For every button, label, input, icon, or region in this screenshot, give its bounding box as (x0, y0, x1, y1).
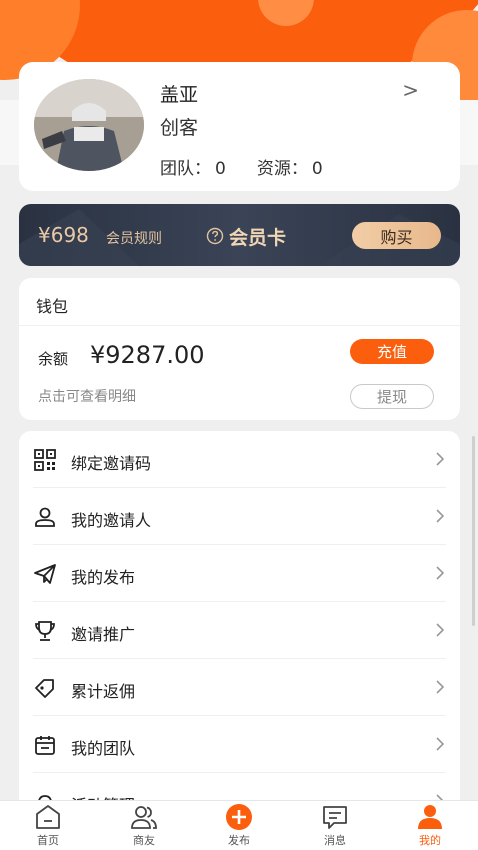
nav-me[interactable]: 我的 (400, 804, 460, 850)
member-card[interactable]: ¥698 会员规则 会员卡 购买 (19, 204, 460, 266)
calendar-icon (35, 736, 55, 755)
buy-button[interactable]: 购买 (352, 222, 441, 249)
nav-label: 商友 (133, 834, 155, 847)
wallet-title: 钱包 (36, 297, 69, 316)
nav-label: 我的 (419, 834, 441, 847)
menu-item-label: 绑定邀请码 (71, 454, 152, 473)
trophy-icon (35, 621, 55, 641)
chevron-right-icon (436, 566, 445, 580)
menu-item-label: 邀请推广 (71, 625, 136, 644)
chevron-right-icon[interactable]: > (402, 78, 419, 102)
balance-value: ¥9287.00 (90, 341, 205, 369)
chevron-right-icon (436, 509, 445, 523)
user-name: 盖亚 (160, 84, 199, 106)
nav-friends[interactable]: 商友 (114, 804, 174, 850)
user-role: 创客 (160, 117, 199, 139)
menu-item-my-inviter[interactable]: 我的邀请人 (33, 488, 446, 545)
scrollbar[interactable] (472, 436, 475, 626)
menu-item-my-posts[interactable]: 我的发布 (33, 545, 446, 602)
home-icon (36, 805, 60, 829)
nav-label: 消息 (324, 834, 346, 847)
balance-label: 余额 (38, 350, 69, 368)
friends-icon (131, 806, 157, 829)
user-icon (418, 805, 442, 829)
plus-circle-icon (226, 804, 252, 830)
nav-messages[interactable]: 消息 (305, 804, 365, 850)
chevron-right-icon (436, 452, 445, 466)
profile-page: 盖亚 创客 团队： 0 资源： 0 > ¥698 会员规则 会员卡 购买 钱包 余额… (0, 0, 478, 850)
paper-plane-icon (34, 564, 56, 584)
menu-item-label: 我的发布 (71, 568, 136, 587)
chevron-right-icon (436, 737, 445, 751)
nav-home[interactable]: 首页 (18, 804, 78, 850)
profile-card[interactable]: 盖亚 创客 团队： 0 资源： 0 > (19, 62, 460, 191)
menu-item-label: 我的团队 (71, 739, 136, 758)
bottom-nav: 首页 商友 发布 消息 我的 (0, 800, 478, 850)
menu-list: 绑定邀请码 我的邀请人 我的发布 邀请推广 累计返佣 我的团队 (19, 431, 460, 831)
menu-item-invite-promotion[interactable]: 邀请推广 (33, 602, 446, 659)
help-icon[interactable] (206, 227, 224, 245)
chevron-right-icon (436, 623, 445, 637)
menu-item-total-commission[interactable]: 累计返佣 (33, 659, 446, 716)
member-rules-link[interactable]: 会员规则 (106, 228, 162, 248)
nav-publish[interactable]: 发布 (209, 804, 269, 850)
menu-item-bind-invite-code[interactable]: 绑定邀请码 (33, 431, 446, 488)
qr-code-icon (34, 449, 56, 471)
chevron-right-icon (436, 680, 445, 694)
menu-item-my-team[interactable]: 我的团队 (33, 716, 446, 773)
message-icon (323, 806, 347, 829)
team-label: 团队： (160, 159, 211, 179)
tag-icon (35, 679, 54, 698)
resource-count: 0 (311, 159, 323, 179)
resource-label: 资源： (256, 159, 308, 179)
person-icon (35, 507, 55, 527)
menu-item-label: 我的邀请人 (71, 511, 152, 530)
divider (19, 325, 460, 326)
nav-label: 首页 (37, 834, 59, 847)
team-count: 0 (215, 159, 226, 179)
avatar[interactable] (34, 79, 144, 171)
recharge-button[interactable]: 充值 (350, 339, 434, 364)
member-price: ¥698 (38, 223, 89, 247)
withdraw-button[interactable]: 提现 (350, 384, 434, 409)
menu-item-label: 累计返佣 (71, 682, 136, 701)
wallet-card[interactable]: 钱包 余额 ¥9287.00 充值 点击可查看明细 提现 (19, 278, 460, 420)
nav-label: 发布 (228, 834, 250, 847)
member-card-title: 会员卡 (229, 227, 287, 249)
user-stats: 团队： 0 资源： 0 (160, 154, 327, 179)
detail-hint[interactable]: 点击可查看明细 (38, 386, 136, 406)
